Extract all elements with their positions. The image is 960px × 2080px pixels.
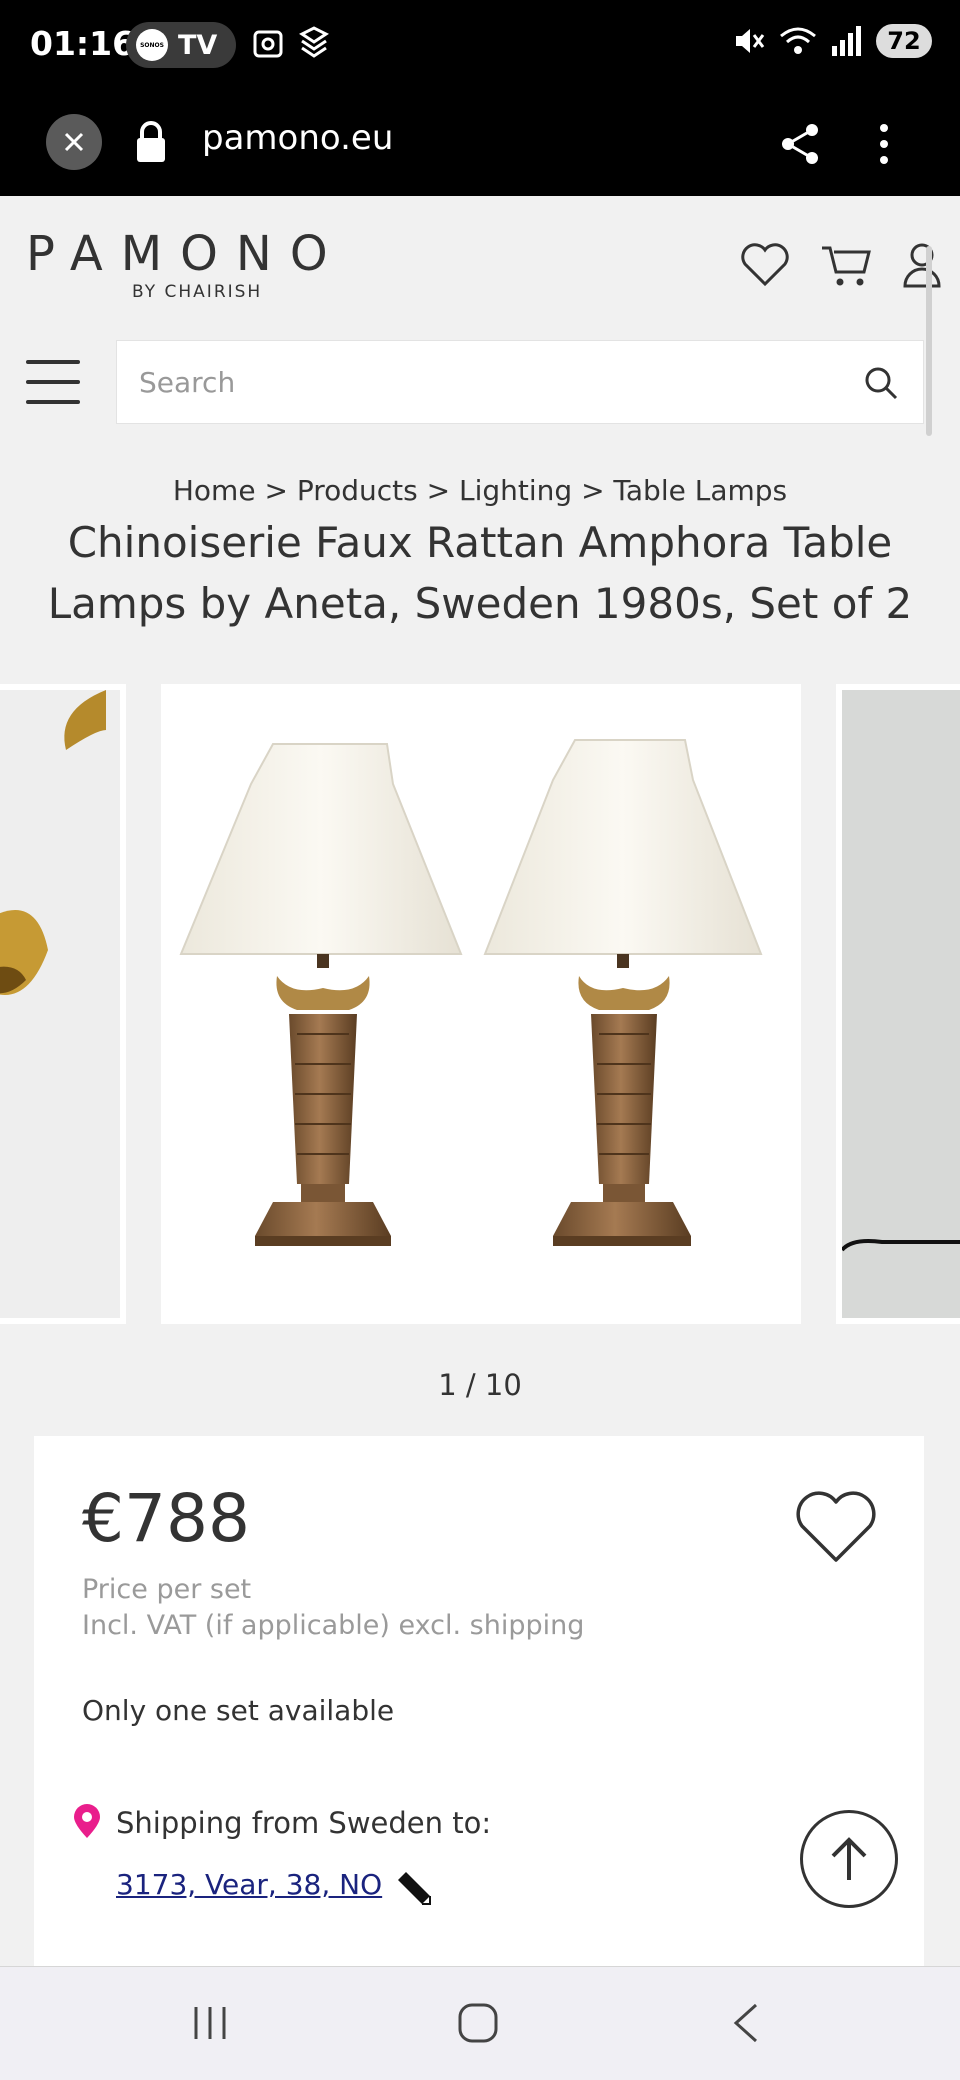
sonos-icon: SONOS (136, 29, 168, 61)
pencil-icon[interactable] (394, 1868, 434, 1908)
menu-button[interactable] (26, 360, 80, 404)
previous-slide-image (0, 690, 120, 1318)
location-pin-icon (74, 1804, 100, 1838)
share-icon[interactable] (778, 122, 822, 166)
menu-icon-line (26, 400, 80, 404)
mute-icon (736, 29, 765, 53)
user-icon[interactable] (902, 242, 942, 288)
stack-icon (299, 26, 329, 58)
wifi-icon (780, 27, 816, 54)
image-counter: 1 / 10 (438, 1368, 522, 1402)
site-header: PAMONO BY CHAIRISH (0, 196, 960, 446)
breadcrumb[interactable]: Home > Products > Lighting > Table Lamps (0, 474, 960, 507)
scrollbar-thumb[interactable] (926, 246, 932, 436)
pamono-logo[interactable]: PAMONO (26, 226, 372, 282)
close-icon (64, 132, 84, 152)
back-icon[interactable] (730, 2003, 760, 2043)
menu-icon-line (26, 380, 80, 384)
notification-icons (250, 26, 332, 62)
battery-indicator: 72 (876, 24, 932, 58)
vat-note: Incl. VAT (if applicable) excl. shipping (82, 1610, 585, 1641)
main-product-image[interactable] (161, 684, 801, 1324)
menu-icon-line (26, 360, 80, 364)
back-to-top-button[interactable] (800, 1810, 898, 1908)
favorite-heart-icon[interactable] (794, 1490, 878, 1566)
more-icon[interactable] (874, 120, 894, 168)
lock-icon (137, 121, 165, 162)
heart-icon[interactable] (740, 242, 790, 288)
browser-toolbar: pamono.eu (0, 92, 960, 196)
shipping-label: Shipping from Sweden to: (116, 1806, 492, 1840)
arrow-up-icon (831, 1837, 867, 1880)
product-info-card: €788 Price per set Incl. VAT (if applica… (34, 1436, 924, 1966)
search-icon[interactable] (863, 365, 899, 401)
media-label: TV (178, 29, 218, 61)
product-title: Chinoiserie Faux Rattan Amphora Table La… (47, 518, 913, 628)
status-time: 01:16 (30, 24, 136, 63)
price-unit: Price per set (82, 1574, 252, 1605)
svg-text:PAMONO: PAMONO (26, 226, 346, 282)
availability-text: Only one set available (82, 1694, 395, 1727)
search-input[interactable] (139, 341, 819, 423)
close-tab-button[interactable] (46, 114, 102, 170)
lamp-pair-image (179, 739, 763, 1246)
status-bar: 01:16 SONOS TV 72 (0, 0, 960, 92)
cart-icon[interactable] (820, 242, 872, 288)
shipping-address-link[interactable]: 3173, Vear, 38, NO (116, 1868, 382, 1901)
system-nav-bar (0, 1966, 960, 2080)
next-slide-image (840, 690, 960, 1318)
media-pill[interactable]: SONOS TV (126, 22, 236, 68)
lamp-right (483, 739, 763, 1246)
product-price: €788 (82, 1480, 250, 1557)
logo-subtitle: BY CHAIRISH (132, 282, 263, 302)
next-slide[interactable] (836, 684, 960, 1324)
recent-apps-icon[interactable] (190, 2003, 230, 2043)
screenshot-icon (253, 30, 283, 58)
previous-slide[interactable] (0, 684, 126, 1324)
signal-icon (832, 26, 861, 56)
search-bar (116, 340, 924, 424)
home-icon[interactable] (456, 2003, 500, 2043)
lamp-left (179, 743, 463, 1246)
image-carousel[interactable] (0, 684, 960, 1324)
system-icons: 72 (732, 24, 932, 58)
url-bar[interactable]: pamono.eu (202, 118, 393, 158)
